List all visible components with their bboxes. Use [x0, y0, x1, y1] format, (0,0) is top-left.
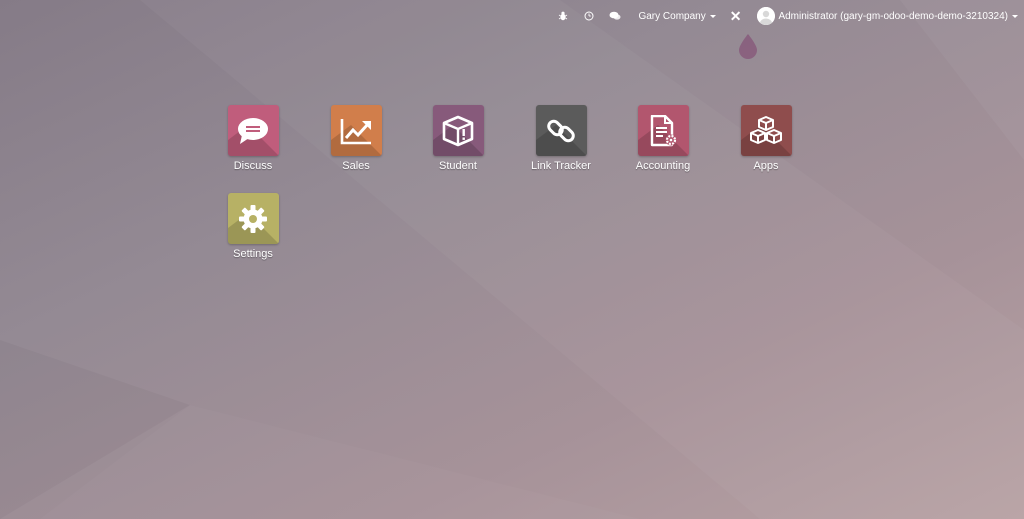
app-label: Apps [753, 160, 779, 172]
bug-icon[interactable] [556, 9, 570, 23]
app-label: Link Tracker [531, 160, 591, 172]
odoo-drop-icon [739, 34, 757, 59]
avatar [757, 7, 776, 25]
app-sales[interactable]: Sales [305, 105, 407, 172]
systray: Gary Company ✕ Administrator (gary-gm-od… [556, 0, 1024, 32]
app-apps[interactable]: Apps [715, 105, 817, 172]
close-icon[interactable]: ✕ [730, 9, 742, 23]
app-discuss[interactable]: Discuss [202, 105, 304, 172]
chevron-down-icon [709, 14, 716, 18]
app-label: Settings [233, 248, 273, 260]
trend-chart-icon [330, 105, 382, 156]
app-label: Discuss [233, 160, 273, 172]
user-menu[interactable]: Administrator (gary-gm-odoo-demo-demo-32… [757, 7, 1018, 25]
top-bar: Gary Company ✕ Administrator (gary-gm-od… [0, 0, 1024, 32]
app-settings[interactable]: Settings [202, 193, 304, 260]
link-icon [535, 105, 587, 156]
document-gear-icon [637, 105, 689, 156]
gear-icon [227, 193, 279, 244]
user-name: Administrator (gary-gm-odoo-demo-demo-32… [778, 10, 1008, 22]
cubes-icon [740, 105, 792, 156]
app-student[interactable]: Student [407, 105, 509, 172]
box-icon [432, 105, 484, 156]
chat-icon[interactable] [608, 9, 622, 23]
app-link-tracker[interactable]: Link Tracker [510, 105, 612, 172]
chevron-down-icon [1012, 14, 1018, 18]
app-label: Student [439, 160, 477, 172]
app-label: Sales [342, 160, 370, 172]
background-facets [900, 0, 1024, 160]
chat-bubble-icon [227, 105, 279, 156]
company-name: Gary Company [638, 10, 706, 22]
clock-icon[interactable] [582, 9, 596, 23]
app-label: Accounting [635, 160, 691, 172]
company-switcher[interactable]: Gary Company [638, 10, 716, 22]
app-accounting[interactable]: Accounting [612, 105, 714, 172]
